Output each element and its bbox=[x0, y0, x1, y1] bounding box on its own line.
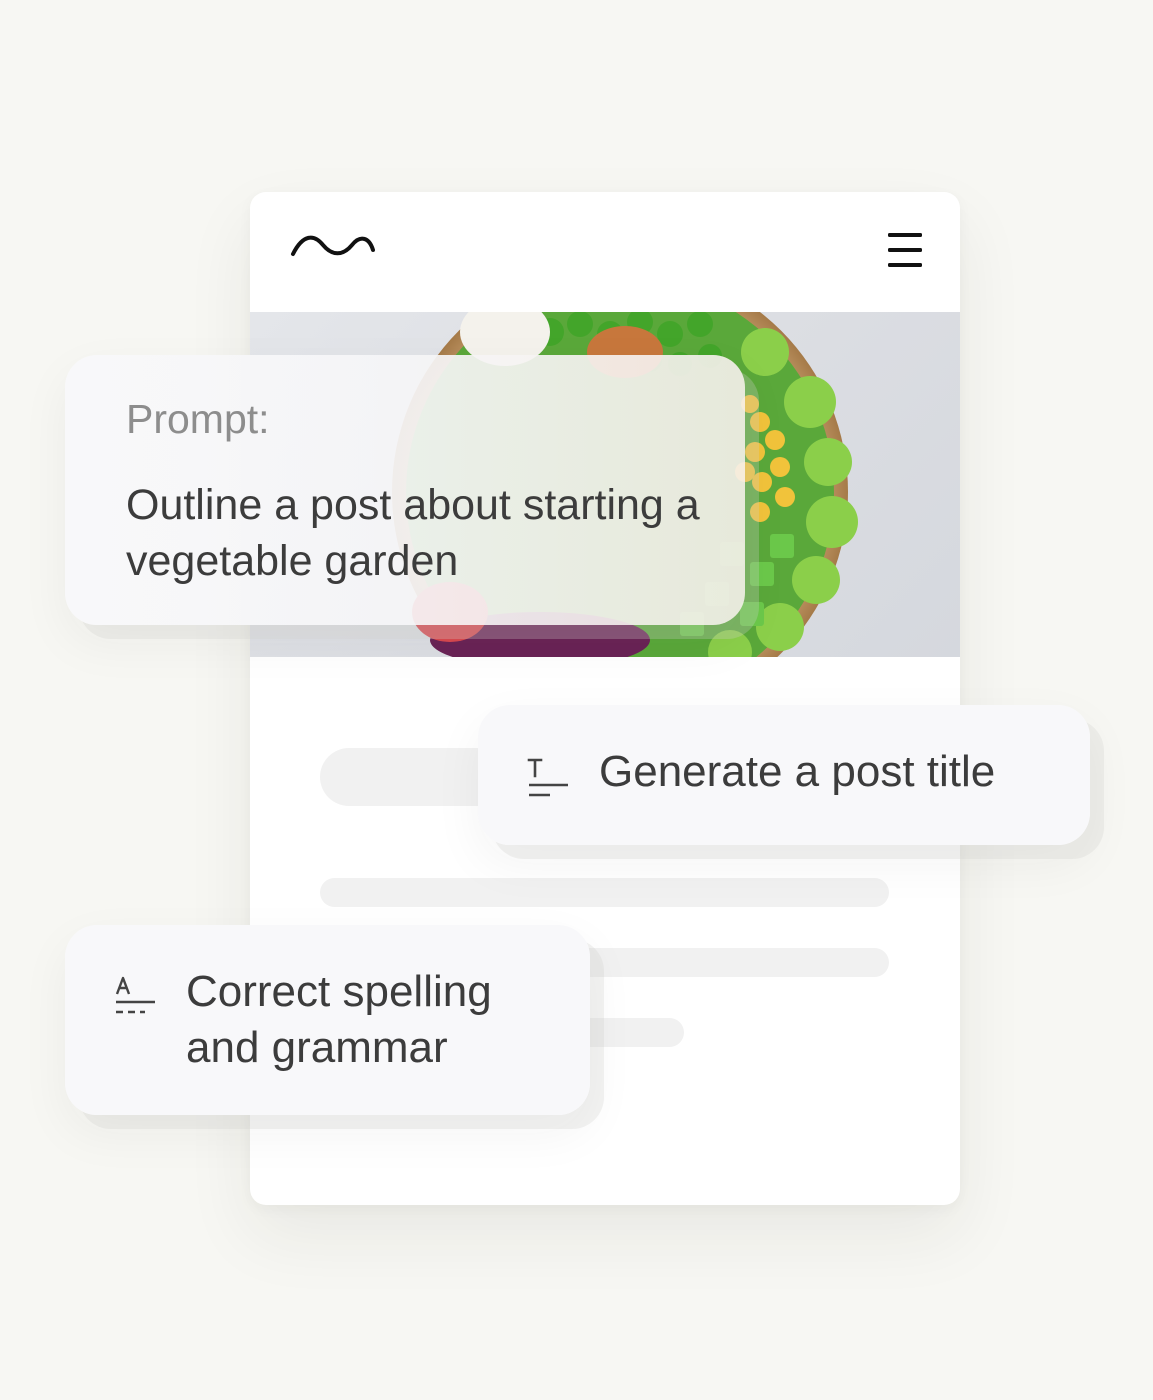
generate-title-label: Generate a post title bbox=[599, 747, 996, 796]
spellcheck-icon bbox=[115, 976, 155, 1014]
prompt-text: Outline a post about starting a vegetabl… bbox=[126, 481, 700, 585]
correct-spelling-button[interactable]: Correct spelling and grammar bbox=[65, 925, 590, 1115]
skeleton-line bbox=[320, 878, 889, 907]
title-format-icon bbox=[527, 758, 568, 797]
generate-title-button[interactable]: Generate a post title bbox=[478, 705, 1090, 845]
hamburger-menu-icon[interactable] bbox=[886, 229, 926, 271]
site-header bbox=[250, 192, 960, 312]
prompt-card: Prompt: Outline a post about starting a … bbox=[65, 355, 745, 625]
prompt-label: Prompt: bbox=[126, 396, 270, 442]
wave-logo-icon[interactable] bbox=[290, 228, 376, 262]
correct-spelling-label: Correct spelling and grammar bbox=[186, 967, 492, 1072]
